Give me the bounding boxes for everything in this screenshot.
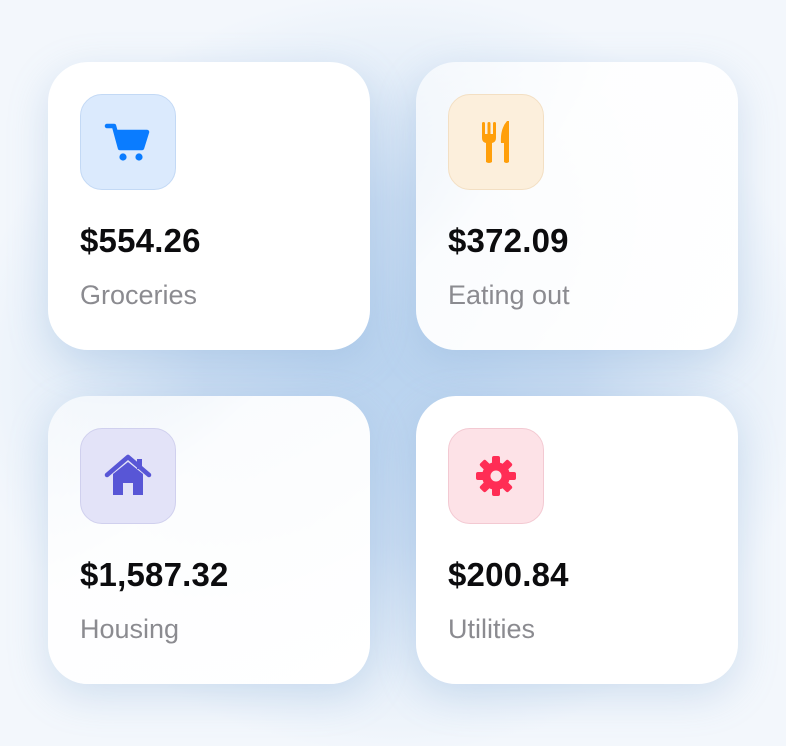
icon-tile bbox=[448, 428, 544, 524]
category-label: Utilities bbox=[448, 614, 536, 644]
category-grid: $554.26 Groceries $372.09 Eating out $1,… bbox=[48, 62, 738, 684]
category-label: Groceries bbox=[80, 280, 198, 310]
category-card-housing[interactable]: $1,587.32 Housing bbox=[48, 396, 370, 684]
category-amount: $372.09 bbox=[448, 222, 569, 259]
fork-knife-icon bbox=[471, 117, 521, 167]
category-card-utilities[interactable]: $200.84 Utilities bbox=[416, 396, 738, 684]
category-card-groceries[interactable]: $554.26 Groceries bbox=[48, 62, 370, 350]
category-label: Eating out bbox=[448, 280, 570, 310]
icon-tile bbox=[80, 94, 176, 190]
cart-icon bbox=[103, 117, 153, 167]
category-label: Housing bbox=[80, 614, 180, 644]
gear-icon bbox=[471, 451, 521, 501]
category-amount: $200.84 bbox=[448, 556, 569, 593]
icon-tile bbox=[448, 94, 544, 190]
category-amount: $554.26 bbox=[80, 222, 201, 259]
icon-tile bbox=[80, 428, 176, 524]
category-card-eating-out[interactable]: $372.09 Eating out bbox=[416, 62, 738, 350]
house-icon bbox=[103, 451, 153, 501]
category-amount: $1,587.32 bbox=[80, 556, 229, 593]
